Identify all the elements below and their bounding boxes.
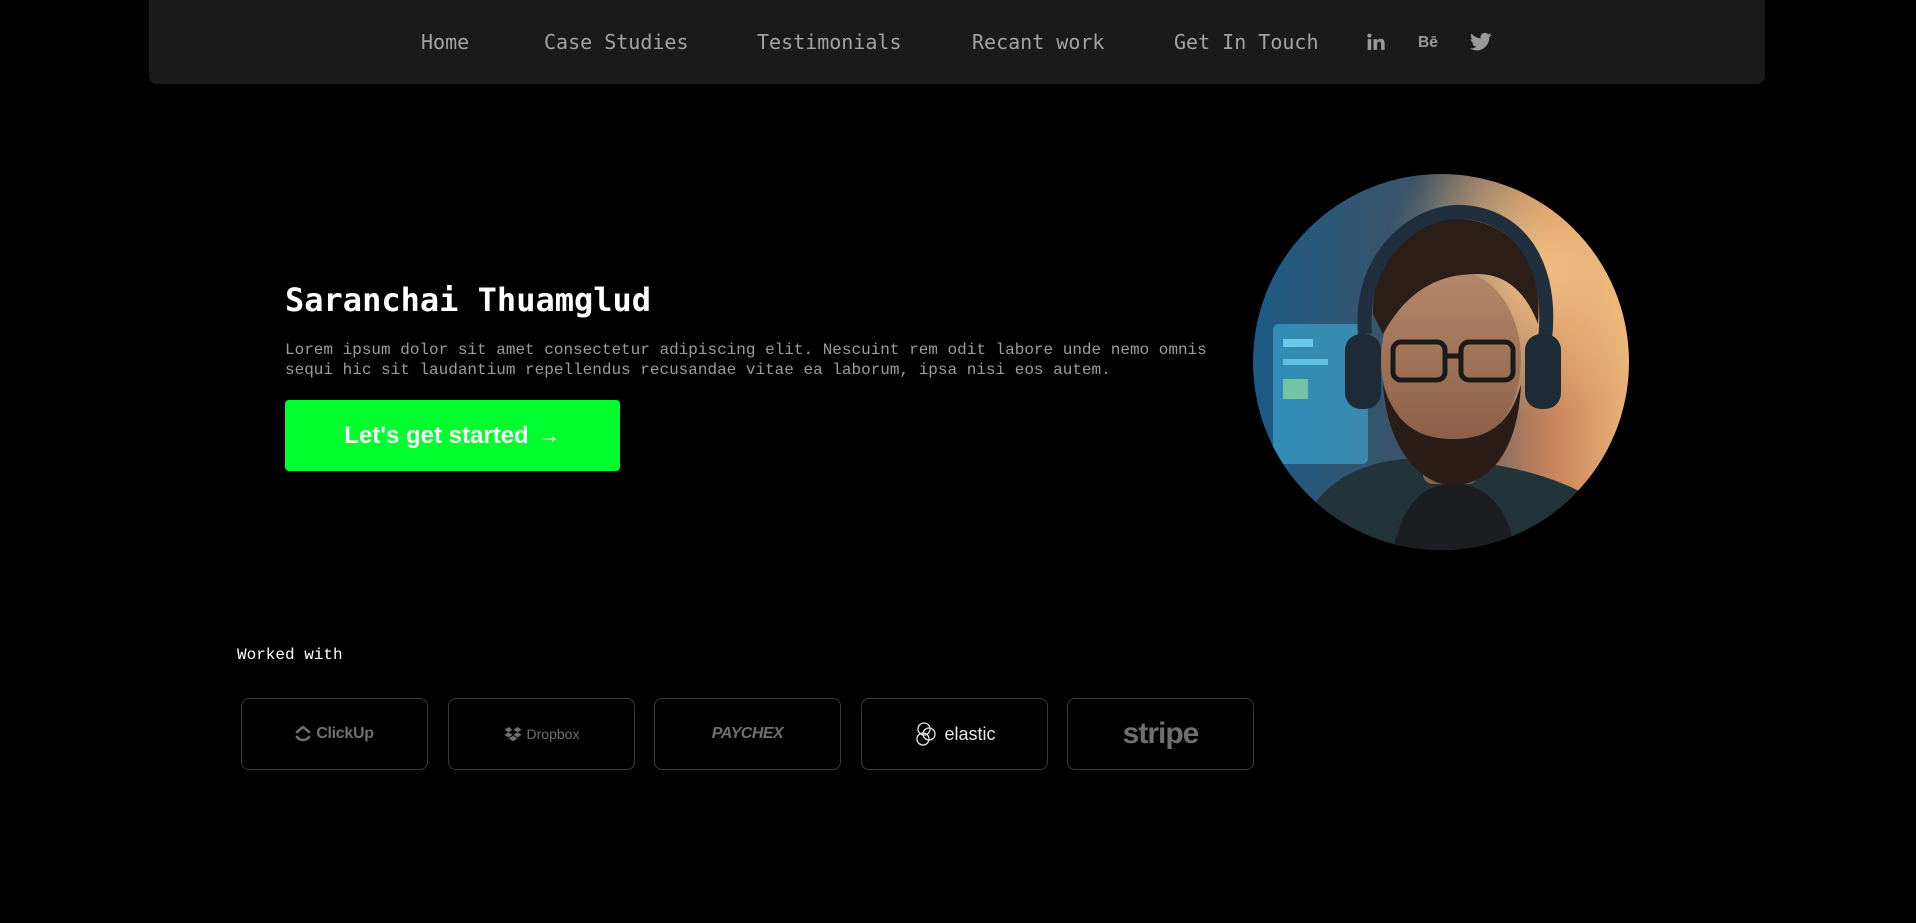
client-logo-elastic: elastic — [861, 698, 1048, 770]
nav-link-testimonials[interactable]: Testimonials — [757, 30, 902, 54]
nav-link-home[interactable]: Home — [421, 30, 469, 54]
client-logo-stripe: stripe — [1067, 698, 1254, 770]
stripe-logo-text: stripe — [1122, 717, 1200, 750]
paychex-logo-text: PAYCHEX — [711, 725, 784, 742]
portrait-illustration — [1253, 174, 1629, 550]
linkedin-icon[interactable] — [1364, 30, 1388, 54]
hero-bio: Lorem ipsum dolor sit amet consectetur a… — [285, 341, 1207, 379]
hero-name: Saranchai Thuamglud — [285, 281, 652, 319]
profile-avatar — [1253, 174, 1629, 550]
twitter-icon[interactable] — [1469, 30, 1493, 54]
dropbox-logo-text: Dropbox — [526, 726, 580, 742]
clickup-logo-text: ClickUp — [316, 725, 374, 742]
get-started-button[interactable]: Let's get started → — [285, 400, 620, 471]
nav-link-recent-work[interactable]: Recant work — [972, 30, 1104, 54]
nav-link-get-in-touch[interactable]: Get In Touch — [1174, 30, 1319, 54]
worked-with-heading: Worked with — [237, 646, 343, 664]
behance-icon[interactable]: Bē — [1417, 30, 1445, 54]
top-navbar: Home Case Studies Testimonials Recant wo… — [149, 0, 1765, 84]
client-logo-paychex: PAYCHEX — [654, 698, 841, 770]
get-started-label: Let's get started — [344, 421, 529, 449]
svg-text:Bē: Bē — [1418, 34, 1438, 51]
client-logo-clickup: ClickUp — [241, 698, 428, 770]
arrow-right-icon: → — [536, 421, 561, 449]
client-logo-dropbox: Dropbox — [448, 698, 635, 770]
nav-link-case-studies[interactable]: Case Studies — [544, 30, 689, 54]
clickup-icon — [295, 725, 311, 742]
elastic-logo-text: elastic — [944, 723, 996, 744]
dropbox-icon — [504, 727, 522, 742]
elastic-icon — [916, 722, 937, 746]
